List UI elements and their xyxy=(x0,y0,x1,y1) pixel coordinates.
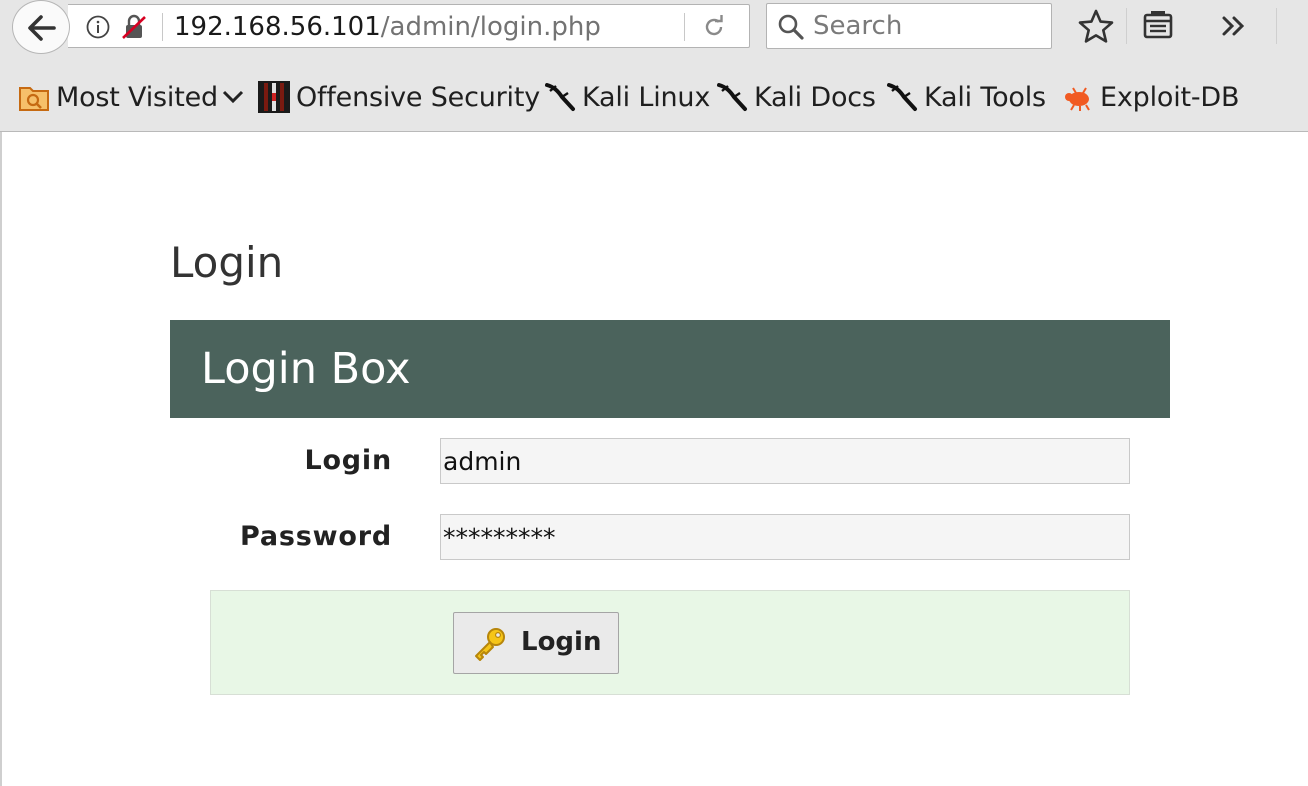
login-label: Login xyxy=(304,445,392,476)
bookmark-label: Kali Docs xyxy=(754,81,876,113)
key-icon xyxy=(475,628,505,661)
bookmark-label: Most Visited xyxy=(56,81,218,113)
insecure-connection-icon[interactable] xyxy=(120,14,148,40)
bookmark-label: Kali Linux xyxy=(582,81,711,113)
password-input[interactable] xyxy=(440,514,1130,560)
library-icon[interactable] xyxy=(1142,9,1174,41)
search-icon xyxy=(778,14,804,40)
info-icon[interactable] xyxy=(86,15,110,39)
url-host: 192.168.56.101 xyxy=(174,12,381,42)
kali-dragon-icon xyxy=(545,83,575,111)
bookmark-kali-tools[interactable]: Kali Tools xyxy=(886,77,1046,117)
back-button[interactable] xyxy=(12,0,70,54)
bookmark-kali-docs[interactable]: Kali Docs xyxy=(716,77,876,117)
page-content: Login Login Box Login Password Login xyxy=(0,132,1308,786)
search-input[interactable] xyxy=(813,8,1045,44)
bookmarks-toolbar: Most Visited Offensive Security Kali Lin… xyxy=(0,56,1308,132)
offensive-security-icon xyxy=(258,81,290,113)
bookmark-kali-linux[interactable]: Kali Linux xyxy=(544,77,710,117)
star-icon[interactable] xyxy=(1078,9,1114,43)
chevron-down-icon xyxy=(222,90,243,104)
kali-dragon-icon xyxy=(717,83,747,111)
form-actions: Login xyxy=(210,590,1130,695)
overflow-chevron-icon[interactable] xyxy=(1220,12,1248,40)
bookmark-most-visited[interactable]: Most Visited xyxy=(18,77,245,117)
browser-toolbar: 192.168.56.101/admin/login.php xyxy=(0,0,1308,56)
exploit-db-bug-icon xyxy=(1065,87,1090,111)
url-bar[interactable]: 192.168.56.101/admin/login.php xyxy=(68,4,750,48)
kali-dragon-icon xyxy=(887,83,917,111)
login-box-header: Login Box xyxy=(170,320,1170,418)
toolbar-separator-right xyxy=(1276,8,1277,44)
url-text[interactable]: 192.168.56.101/admin/login.php xyxy=(174,11,601,43)
bookmark-label: Kali Tools xyxy=(924,81,1046,113)
login-button[interactable]: Login xyxy=(453,612,619,674)
reload-icon[interactable] xyxy=(702,15,726,39)
page-title: Login xyxy=(170,238,284,287)
toolbar-separator xyxy=(1126,8,1127,44)
bookmark-label: Exploit-DB xyxy=(1100,81,1240,113)
login-box-title: Login Box xyxy=(201,344,411,394)
bookmark-exploit-db[interactable]: Exploit-DB xyxy=(1062,77,1240,117)
bookmark-label: Offensive Security xyxy=(296,81,541,113)
password-label: Password xyxy=(240,521,392,552)
search-bar[interactable] xyxy=(766,3,1052,49)
login-button-label: Login xyxy=(521,627,602,657)
back-arrow-icon xyxy=(28,15,56,41)
most-visited-folder-icon xyxy=(19,87,49,111)
login-input[interactable] xyxy=(440,438,1130,484)
url-separator-right xyxy=(684,13,685,41)
bookmark-offensive-security[interactable]: Offensive Security xyxy=(258,77,540,117)
url-path: /admin/login.php xyxy=(380,12,601,42)
url-separator xyxy=(162,13,163,41)
